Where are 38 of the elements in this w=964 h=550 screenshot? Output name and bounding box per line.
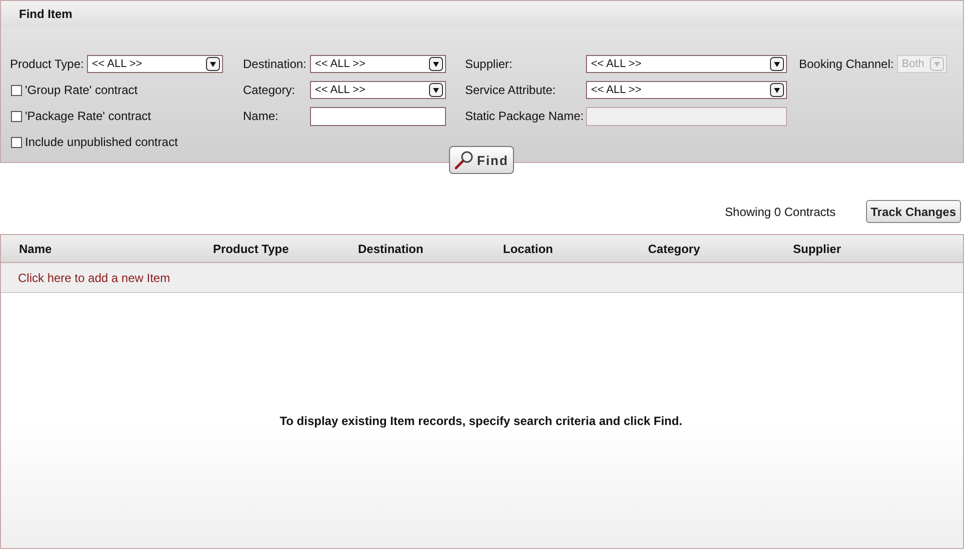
empty-message: To display existing Item records, specify search criteria and click Find.: [280, 414, 682, 428]
checkbox-label: 'Package Rate' contract: [25, 109, 151, 123]
caret-icon: [770, 83, 784, 97]
input-field[interactable]: [310, 106, 446, 126]
field-label: Service Attribute:: [465, 83, 557, 97]
field-label: Category:: [243, 83, 296, 97]
track-changes-button[interactable]: Track Changes: [866, 200, 961, 223]
caret-icon: [429, 83, 443, 97]
field-label: Supplier:: [465, 57, 514, 71]
checkbox[interactable]: [11, 110, 22, 122]
column-header: Product Type: [213, 242, 290, 256]
dropdown[interactable]: << ALL >>: [310, 55, 446, 73]
field-label: Static Package Name:: [465, 109, 583, 123]
column-header: Name: [19, 242, 53, 256]
column-header: Category: [648, 242, 702, 256]
caret-icon: [206, 57, 220, 71]
caret-icon: [770, 57, 784, 71]
checkbox[interactable]: [11, 84, 22, 96]
field-label: Product Type:: [10, 57, 84, 71]
caret-icon: [429, 57, 443, 71]
dropdown[interactable]: << ALL >>: [310, 81, 446, 99]
field-label: Name:: [243, 109, 280, 123]
checkbox-label: Include unpublished contract: [25, 135, 178, 149]
column-header: Location: [503, 242, 554, 256]
column-header: Destination: [358, 242, 424, 256]
find-button[interactable]: Find: [449, 146, 514, 174]
checkbox-label: 'Group Rate' contract: [25, 83, 138, 97]
dropdown[interactable]: << ALL >>: [586, 55, 787, 73]
caret-icon: [930, 57, 944, 71]
result-count: Showing 0 Contracts: [724, 204, 836, 218]
checkbox[interactable]: [11, 136, 22, 148]
panel-title: Find Item: [19, 7, 72, 21]
dropdown[interactable]: << ALL >>: [586, 81, 787, 99]
field-label: Destination:: [243, 57, 307, 71]
add-item-link[interactable]: Click here to add a new Item: [18, 270, 170, 284]
dropdown[interactable]: << ALL >>: [86, 55, 223, 73]
column-header: Supplier: [793, 242, 842, 256]
field-label: Booking Channel:: [799, 57, 894, 71]
